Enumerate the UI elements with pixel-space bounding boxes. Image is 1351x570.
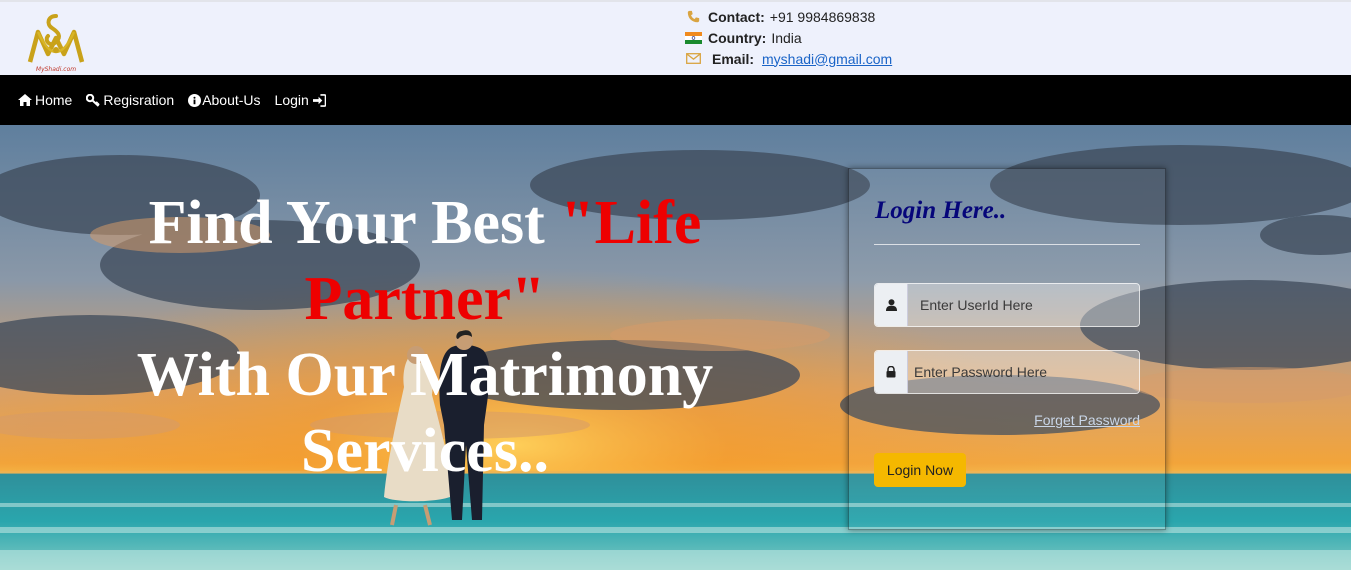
nav-home-label: Home xyxy=(35,92,73,108)
nav-registration-label: Regisration xyxy=(103,92,175,108)
myshadi-logo[interactable]: MyShadi.com xyxy=(24,10,88,74)
main-nav: Home Regisration About-Us Login xyxy=(0,75,1351,125)
contact-value: +91 9984869838 xyxy=(769,8,876,25)
login-now-button[interactable]: Login Now xyxy=(874,453,966,487)
country-label: Country: xyxy=(708,29,767,46)
country-value: India xyxy=(771,29,802,46)
password-field xyxy=(874,350,1140,394)
nav-about-label: About-Us xyxy=(202,92,261,108)
user-icon xyxy=(875,284,908,326)
envelope-icon xyxy=(684,53,702,64)
userid-field xyxy=(874,283,1140,327)
headline-line2: With Our Matrimony xyxy=(136,341,714,409)
headline-line1: Find Your Best xyxy=(148,189,561,257)
nav-registration[interactable]: Regisration xyxy=(86,92,174,108)
headline-line3: Services.. xyxy=(301,417,549,485)
country-row: Country: India xyxy=(684,27,892,48)
logo-wordmark: MyShadi.com xyxy=(36,66,76,73)
info-circle-icon xyxy=(188,93,202,107)
phone-icon xyxy=(684,10,702,23)
login-divider xyxy=(874,244,1140,245)
contact-phone-row: Contact: +91 9984869838 xyxy=(684,6,892,27)
hero-section: Find Your Best "Life Partner" With Our M… xyxy=(0,125,1351,570)
login-title: Login Here.. xyxy=(875,197,1007,224)
nav-login[interactable]: Login xyxy=(275,92,326,108)
nav-login-label: Login xyxy=(274,92,309,108)
login-card: Login Here.. Forget Password Login Now xyxy=(848,168,1166,530)
sign-in-icon xyxy=(312,93,326,107)
nav-about[interactable]: About-Us xyxy=(188,92,261,108)
lock-icon xyxy=(875,351,908,393)
password-input[interactable] xyxy=(908,351,1139,393)
forgot-password-link[interactable]: Forget Password xyxy=(1034,412,1140,428)
india-flag-icon xyxy=(684,31,702,44)
userid-input[interactable] xyxy=(908,284,1139,326)
top-header: MyShadi.com Contact: +91 9984869838 Coun… xyxy=(0,0,1351,75)
home-icon xyxy=(18,94,32,106)
hero-headline: Find Your Best "Life Partner" With Our M… xyxy=(30,185,820,489)
key-icon xyxy=(86,93,101,107)
contact-label: Contact: xyxy=(708,8,765,25)
contact-info: Contact: +91 9984869838 Country: India E… xyxy=(684,6,892,69)
email-link[interactable]: myshadi@gmail.com xyxy=(762,51,892,67)
nav-home[interactable]: Home xyxy=(18,92,72,108)
email-label: Email: xyxy=(712,50,755,67)
email-row: Email: myshadi@gmail.com xyxy=(684,48,892,69)
